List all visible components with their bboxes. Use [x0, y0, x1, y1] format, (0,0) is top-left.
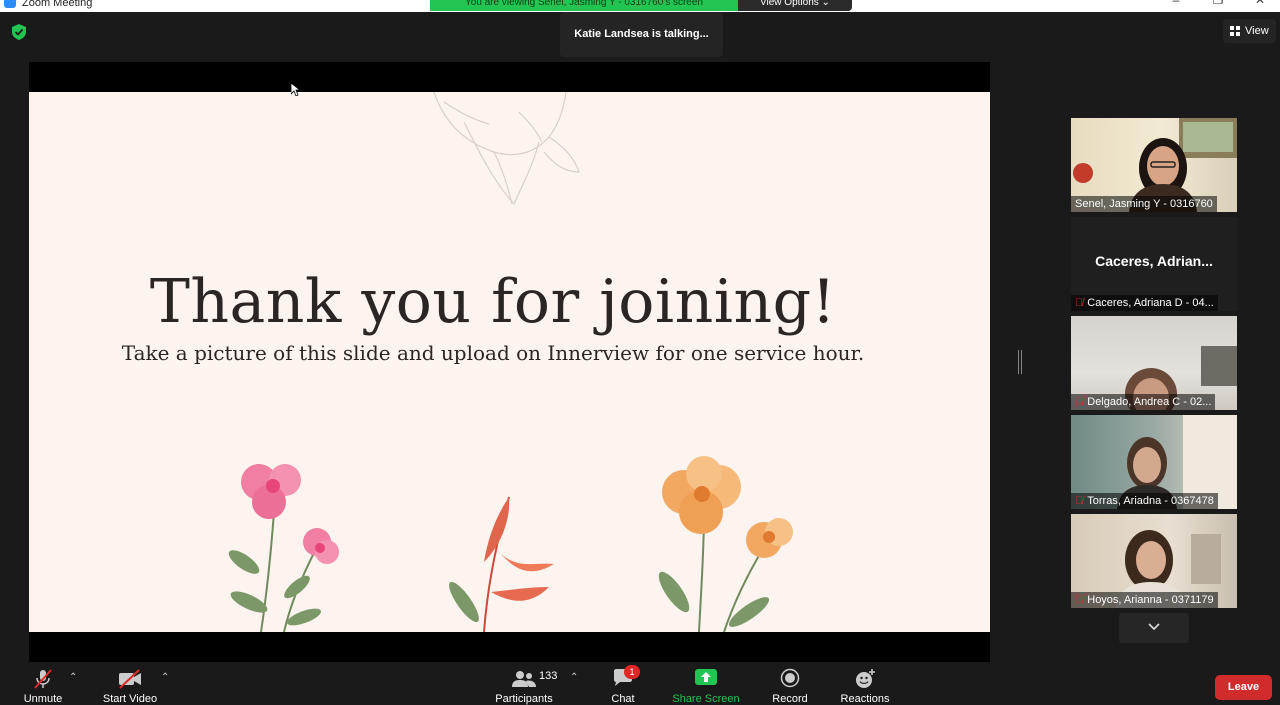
red-fronds-illustration — [449, 496, 554, 632]
participant-name-bar: 🎙̸ Torras, Ariadna - 0367478 — [1071, 493, 1218, 509]
mic-muted-icon: 🎙̸ — [1075, 396, 1084, 408]
participant-name: Caceres, Adriana D - 04... — [1087, 297, 1214, 309]
participant-tile[interactable]: 🎙̸ Torras, Ariadna - 0367478 — [1071, 415, 1237, 509]
slide-title: Thank you for joining! — [149, 267, 837, 337]
video-options-caret[interactable]: ⌃ — [161, 672, 169, 683]
restore-icon[interactable]: ❐ — [1212, 0, 1224, 6]
participants-count: 133 — [539, 670, 558, 682]
start-video-label: Start Video — [102, 693, 158, 705]
participant-name: Torras, Ariadna - 0367478 — [1087, 495, 1214, 507]
shared-slide: Thank you for joining! Take a picture of… — [29, 92, 990, 632]
chevron-down-icon — [1148, 623, 1160, 631]
participant-name-bar: 🎙̸ Caceres, Adriana D - 04... — [1071, 295, 1218, 311]
participant-name-bar: 🎙̸ Delgado, Andrea C - 02... — [1071, 394, 1216, 410]
orange-flowers-illustration — [658, 456, 793, 632]
share-screen-button[interactable]: Share Screen — [670, 662, 742, 705]
view-layout-button[interactable]: View — [1223, 19, 1276, 43]
chat-label: Chat — [611, 693, 635, 705]
security-shield-icon[interactable] — [12, 24, 26, 40]
video-off-icon — [119, 669, 141, 689]
record-icon — [780, 668, 800, 688]
participant-name-bar: 🎙̸ Hoyos, Arianna - 0371179 — [1071, 592, 1218, 608]
sketch-flower-illustration — [433, 92, 580, 206]
record-button[interactable]: Record — [768, 662, 812, 705]
start-video-button[interactable]: Start Video — [98, 662, 162, 705]
scroll-down-button[interactable] — [1119, 613, 1189, 643]
record-label: Record — [772, 693, 808, 705]
slide-subtitle: Take a picture of this slide and upload … — [121, 341, 865, 365]
minimize-icon[interactable]: – — [1170, 0, 1182, 6]
share-screen-icon — [695, 669, 717, 685]
mic-muted-icon — [34, 669, 52, 689]
share-screen-label: Share Screen — [672, 693, 740, 705]
panel-resize-handle[interactable] — [1018, 350, 1022, 374]
view-options-button[interactable]: View Options ⌄ — [738, 0, 852, 11]
pink-flowers-illustration — [228, 464, 339, 632]
active-speaker-indicator: Katie Landsea is talking... — [560, 12, 723, 57]
chat-unread-badge: 1 — [624, 665, 640, 679]
participants-button[interactable]: 133 Participants — [492, 662, 558, 705]
mouse-cursor-icon — [291, 83, 300, 96]
unmute-button[interactable]: Unmute — [14, 662, 72, 705]
window-title: Zoom Meeting — [22, 0, 93, 9]
participant-tile[interactable]: Caceres, Adrian... 🎙̸ Caceres, Adriana D … — [1071, 217, 1237, 311]
audio-options-caret[interactable]: ⌃ — [69, 672, 77, 683]
meeting-toolbar: Unmute ⌃ Start Video ⌃ 133 Participants … — [0, 662, 1280, 705]
viewing-screen-banner: You are viewing Senel, Jasming Y - 03167… — [430, 0, 738, 11]
participant-tile[interactable]: 🎙̸ Hoyos, Arianna - 0371179 — [1071, 514, 1237, 608]
grid-icon — [1230, 26, 1240, 36]
close-icon[interactable]: ✕ — [1254, 0, 1266, 6]
participant-tile[interactable]: 🎙̸ Delgado, Andrea C - 02... — [1071, 316, 1237, 410]
mic-muted-icon: 🎙̸ — [1075, 297, 1084, 309]
participant-name: Hoyos, Arianna - 0371179 — [1087, 594, 1214, 606]
view-options-label: View Options — [760, 0, 819, 8]
mic-muted-icon: 🎙̸ — [1075, 495, 1084, 507]
zoom-app-icon — [4, 0, 16, 8]
mic-muted-icon: 🎙̸ — [1075, 594, 1084, 606]
participant-name: Senel, Jasming Y - 0316760 — [1071, 196, 1217, 212]
participants-options-caret[interactable]: ⌃ — [570, 672, 578, 683]
participant-display-name: Caceres, Adrian... — [1095, 253, 1213, 269]
reactions-icon — [856, 669, 875, 688]
participants-icon — [512, 671, 536, 687]
leave-button[interactable]: Leave — [1215, 675, 1272, 700]
participants-label: Participants — [495, 693, 553, 705]
participant-name: Delgado, Andrea C - 02... — [1087, 396, 1212, 408]
reactions-label: Reactions — [840, 693, 890, 705]
reactions-button[interactable]: Reactions — [836, 662, 894, 705]
unmute-label: Unmute — [23, 693, 63, 705]
view-layout-label: View — [1245, 25, 1269, 37]
participant-tile[interactable]: Senel, Jasming Y - 0316760 — [1071, 118, 1237, 212]
